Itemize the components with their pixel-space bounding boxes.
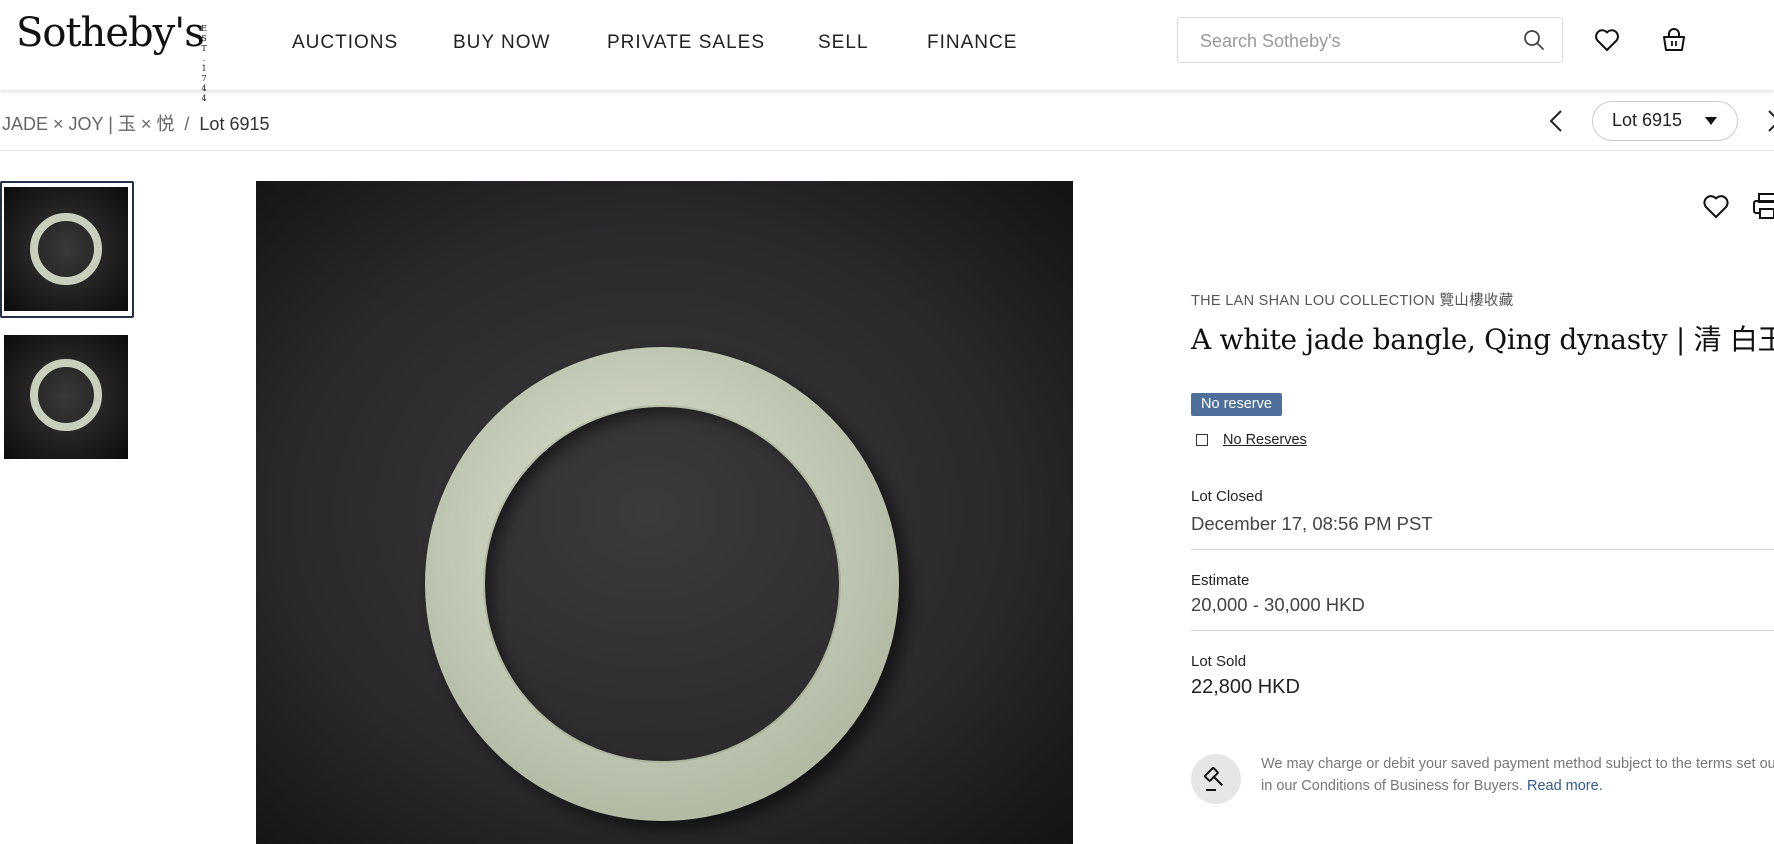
- main-lot-image[interactable]: [256, 181, 1073, 844]
- print-icon[interactable]: [1752, 191, 1774, 221]
- lot-closed-value: December 17, 08:56 PM PST: [1191, 513, 1433, 534]
- lot-closed-label: Lot Closed: [1191, 488, 1263, 505]
- logo-est-mark: EST.1744: [201, 24, 207, 103]
- breadcrumb-separator: /: [184, 114, 190, 134]
- search-input[interactable]: [1198, 28, 1502, 54]
- thumbnail-2[interactable]: [0, 335, 134, 472]
- payment-terms-text: We may charge or debit your saved paymen…: [1261, 756, 1774, 794]
- breadcrumb-current: Lot 6915: [199, 114, 270, 134]
- bangle-thumbnail-image: [4, 187, 128, 311]
- caret-down-icon: [1705, 117, 1717, 125]
- estimate-label: Estimate: [1191, 572, 1250, 589]
- jade-bangle-photo: [256, 181, 1073, 844]
- search-icon[interactable]: [1523, 29, 1545, 51]
- nav-sell[interactable]: SELL: [818, 32, 868, 54]
- search-box[interactable]: [1177, 17, 1563, 63]
- no-reserves-checkbox[interactable]: [1196, 434, 1208, 446]
- breadcrumb-bar: JADE × JOY | 玉 × 悦 / Lot 6915 Lot 6915: [0, 90, 1774, 151]
- no-reserves-link[interactable]: No Reserves: [1223, 432, 1307, 448]
- lot-title: A white jade bangle, Qing dynasty | 清 白玉…: [1191, 323, 1774, 356]
- lot-select-dropdown[interactable]: Lot 6915: [1592, 101, 1738, 141]
- gavel-icon: [1204, 767, 1224, 791]
- sothebys-logo[interactable]: Sotheby's: [16, 10, 205, 56]
- breadcrumb-sale-link[interactable]: JADE × JOY | 玉 × 悦: [2, 114, 174, 134]
- lot-collection: THE LAN SHAN LOU COLLECTION 覽山樓收藏: [1191, 293, 1514, 309]
- thumbnail-1[interactable]: [0, 181, 134, 318]
- chevron-right-icon[interactable]: [1763, 108, 1774, 134]
- shopping-bag-icon[interactable]: [1660, 26, 1688, 54]
- nav-finance[interactable]: FINANCE: [927, 32, 1017, 54]
- no-reserve-badge: No reserve: [1191, 393, 1282, 416]
- lot-select-value: Lot 6915: [1612, 110, 1683, 130]
- read-more-link[interactable]: Read more.: [1527, 778, 1603, 794]
- nav-buy-now[interactable]: BUY NOW: [453, 32, 550, 54]
- site-header: Sotheby's EST.1744 AUCTIONS BUY NOW PRIV…: [0, 0, 1774, 103]
- lot-sold-value: 22,800 HKD: [1191, 676, 1300, 698]
- heart-icon[interactable]: [1593, 26, 1621, 54]
- divider: [1191, 630, 1774, 631]
- divider: [1191, 549, 1774, 550]
- bangle-thumbnail-image: [4, 335, 128, 459]
- breadcrumb: JADE × JOY | 玉 × 悦 / Lot 6915: [2, 110, 270, 136]
- payment-terms-notice: We may charge or debit your saved paymen…: [1261, 753, 1774, 797]
- estimate-value: 20,000 - 30,000 HKD: [1191, 594, 1365, 615]
- nav-auctions[interactable]: AUCTIONS: [292, 32, 398, 54]
- heart-icon[interactable]: [1701, 192, 1731, 220]
- nav-private-sales[interactable]: PRIVATE SALES: [607, 32, 765, 54]
- chevron-left-icon[interactable]: [1545, 108, 1567, 134]
- lot-sold-label: Lot Sold: [1191, 653, 1247, 670]
- gavel-badge: [1191, 754, 1241, 804]
